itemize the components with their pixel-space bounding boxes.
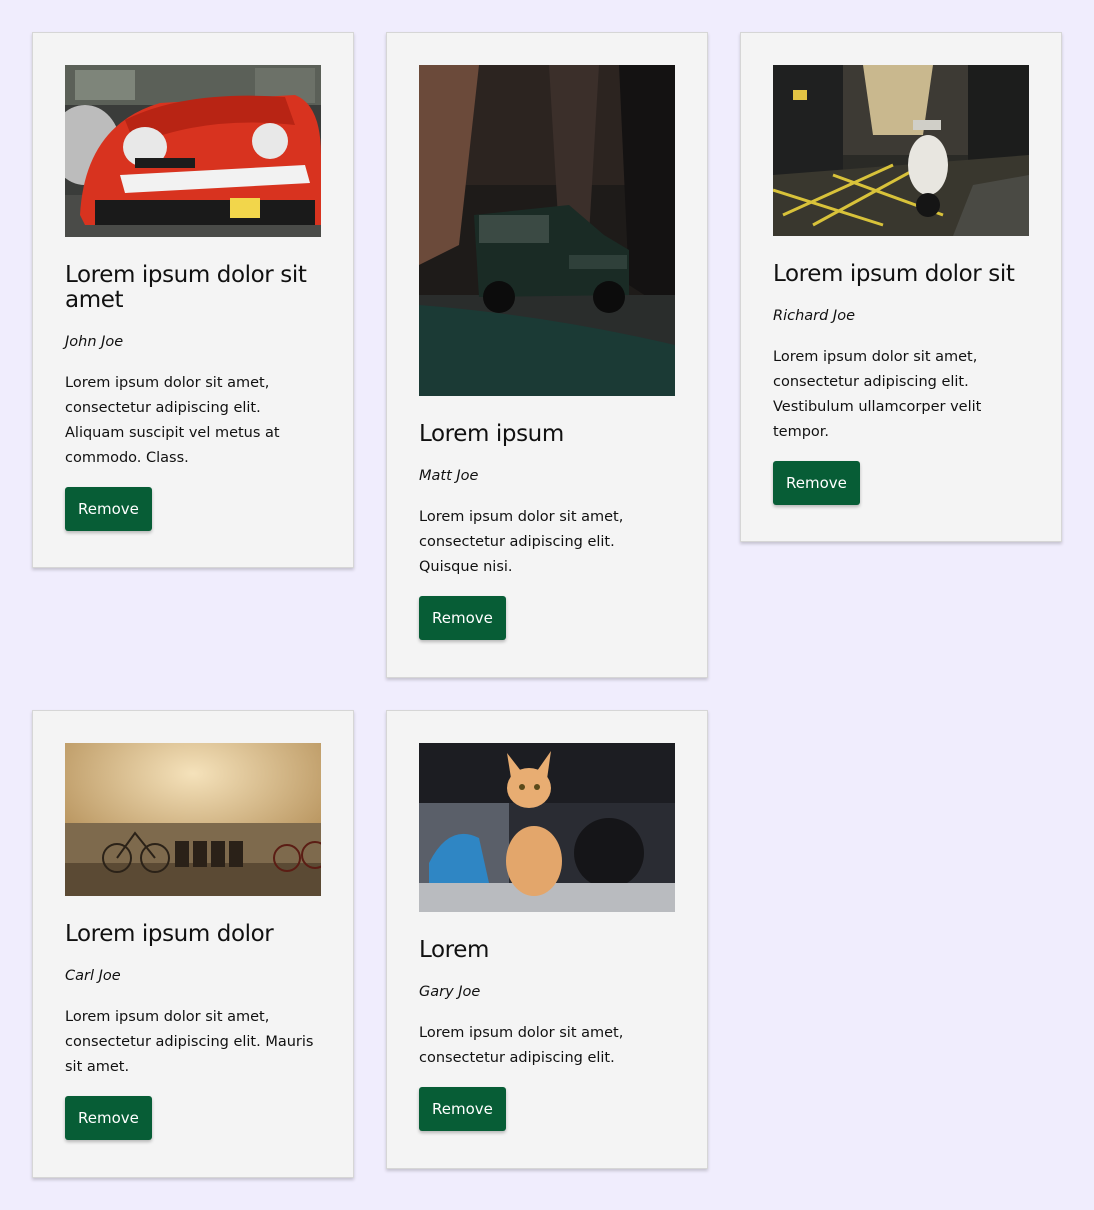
- card-author: Gary Joe: [419, 984, 481, 1000]
- card-description: Lorem ipsum dolor sit amet, consectetur …: [773, 349, 982, 440]
- card-title: Lorem ipsum dolor sit: [773, 261, 1015, 287]
- card-title: Lorem ipsum dolor: [65, 921, 274, 947]
- card-author: Richard Joe: [773, 308, 855, 324]
- card-image: [65, 65, 321, 237]
- card-description: Lorem ipsum dolor sit amet, consectetur …: [419, 509, 624, 575]
- card-image: [65, 743, 321, 896]
- card-author: Carl Joe: [65, 968, 121, 984]
- card-description: Lorem ipsum dolor sit amet, consectetur …: [65, 375, 280, 466]
- card-3: Lorem ipsum dolor sit Richard Joe Lorem …: [740, 32, 1062, 542]
- card-author: Matt Joe: [419, 468, 479, 484]
- card-1: Lorem ipsum dolor sit amet John Joe Lore…: [32, 32, 354, 568]
- remove-button[interactable]: Remove: [773, 461, 860, 505]
- card-image: [773, 65, 1029, 236]
- card-title: Lorem ipsum: [419, 421, 564, 447]
- remove-button[interactable]: Remove: [419, 596, 506, 640]
- card-image: [419, 65, 675, 396]
- card-image: [419, 743, 675, 912]
- card-description: Lorem ipsum dolor sit amet, consectetur …: [65, 1009, 314, 1075]
- remove-button[interactable]: Remove: [65, 487, 152, 531]
- card-description: Lorem ipsum dolor sit amet, consectetur …: [419, 1025, 624, 1066]
- card-4: Lorem ipsum dolor Carl Joe Lorem ipsum d…: [32, 710, 354, 1178]
- card-title: Lorem: [419, 937, 489, 963]
- card-author: John Joe: [65, 334, 124, 350]
- card-5: Lorem Gary Joe Lorem ipsum dolor sit ame…: [386, 710, 708, 1169]
- remove-button[interactable]: Remove: [65, 1096, 152, 1140]
- remove-button[interactable]: Remove: [419, 1087, 506, 1131]
- card-2: Lorem ipsum Matt Joe Lorem ipsum dolor s…: [386, 32, 708, 678]
- card-title: Lorem ipsum dolor sit amet: [65, 262, 307, 313]
